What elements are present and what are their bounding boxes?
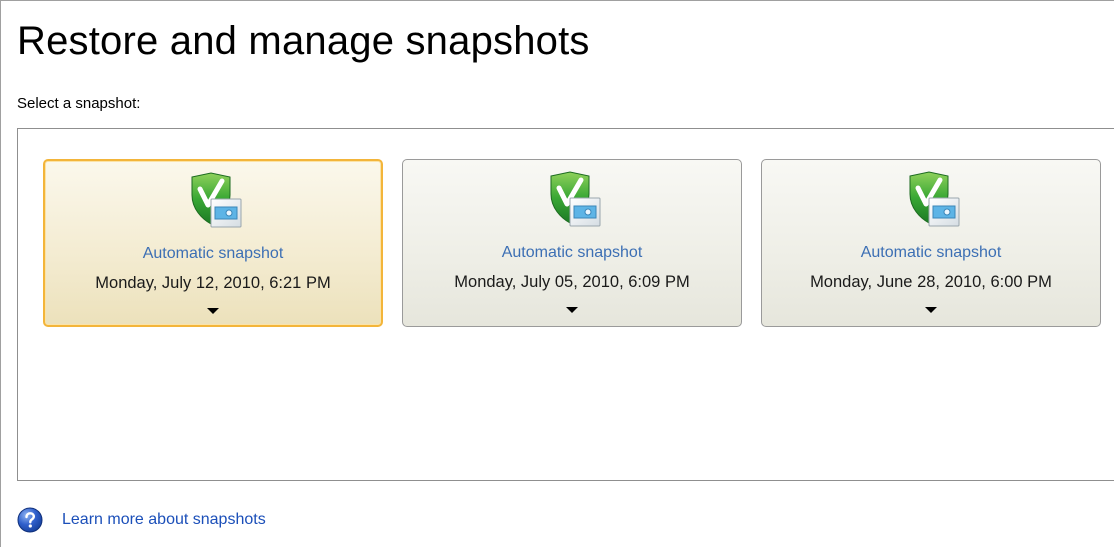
snapshot-date: Monday, June 28, 2010, 6:00 PM (810, 273, 1052, 291)
snapshot-tile[interactable]: Automatic snapshot Monday, June 28, 2010… (761, 159, 1101, 327)
snapshot-name: Automatic snapshot (860, 244, 1002, 261)
dropdown-arrow-icon[interactable] (207, 308, 219, 314)
snapshot-list[interactable]: Automatic snapshot Monday, July 12, 2010… (17, 128, 1114, 481)
snapshot-check-icon (537, 170, 607, 230)
dropdown-arrow-icon[interactable] (925, 307, 937, 313)
snapshot-check-icon (178, 171, 248, 231)
snapshot-tile[interactable]: Automatic snapshot Monday, July 12, 2010… (43, 159, 383, 327)
select-snapshot-label: Select a snapshot: (17, 95, 141, 112)
learn-more-link[interactable]: Learn more about snapshots (62, 511, 266, 529)
snapshot-check-icon (896, 170, 966, 230)
snapshot-name: Automatic snapshot (142, 245, 284, 262)
snapshot-tile[interactable]: Automatic snapshot Monday, July 05, 2010… (402, 159, 742, 327)
dropdown-arrow-icon[interactable] (566, 307, 578, 313)
top-border (0, 0, 1114, 1)
snapshot-date: Monday, July 05, 2010, 6:09 PM (454, 273, 690, 291)
help-row: Learn more about snapshots (17, 505, 266, 535)
help-icon[interactable] (17, 507, 43, 533)
snapshot-date: Monday, July 12, 2010, 6:21 PM (95, 274, 331, 292)
page-title: Restore and manage snapshots (17, 19, 590, 63)
left-border (0, 0, 1, 547)
snapshot-name: Automatic snapshot (501, 244, 643, 261)
